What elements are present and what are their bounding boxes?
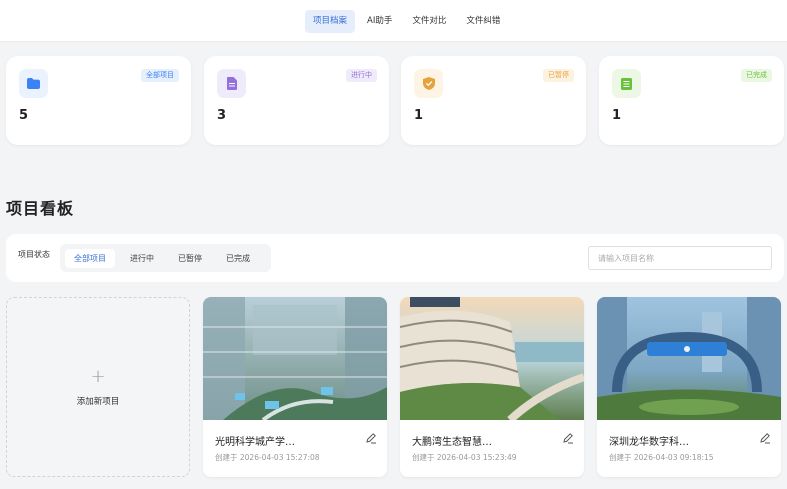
project-created-date: 创建于 2026-04-03 09:18:15 — [609, 453, 714, 462]
project-thumbnail — [597, 297, 781, 420]
add-project-card[interactable]: + 添加新项目 — [6, 297, 190, 477]
stat-card-all[interactable]: 全部项目 5 — [6, 56, 191, 145]
document-icon — [217, 69, 246, 98]
project-card[interactable]: 光明科学城产学… 创建于 2026-04-03 15:27:08 — [203, 297, 387, 477]
status-filter-group: 全部项目 进行中 已暂停 已完成 — [60, 244, 271, 272]
tab-file-correction[interactable]: 文件纠错 — [458, 10, 508, 33]
stat-card-in-progress[interactable]: 进行中 3 — [204, 56, 389, 145]
filter-all[interactable]: 全部项目 — [65, 248, 115, 268]
folder-icon — [19, 69, 48, 98]
tab-ai-assistant[interactable]: AI助手 — [359, 10, 400, 33]
status-badge: 全部项目 — [141, 69, 179, 82]
shield-icon — [414, 69, 443, 98]
project-card[interactable]: 深圳龙华数字科… 创建于 2026-04-03 09:18:15 — [597, 297, 781, 477]
stat-card-paused[interactable]: 已暂停 1 — [401, 56, 586, 145]
page-title: 项目看板 — [6, 199, 75, 218]
filter-bar: 项目状态 全部项目 进行中 已暂停 已完成 — [6, 234, 784, 282]
filter-in-progress[interactable]: 进行中 — [121, 249, 163, 268]
filter-paused[interactable]: 已暂停 — [169, 249, 211, 268]
filter-completed[interactable]: 已完成 — [217, 249, 259, 268]
stat-card-completed[interactable]: 已完成 1 — [599, 56, 784, 145]
stat-value: 3 — [217, 108, 227, 123]
edit-icon[interactable] — [365, 432, 377, 444]
plus-icon: + — [90, 365, 106, 387]
nav-tabs: 项目档案 AI助手 文件对比 文件纠错 — [305, 10, 508, 33]
edit-icon[interactable] — [562, 432, 574, 444]
edit-icon[interactable] — [759, 432, 771, 444]
project-name: 大鹏湾生态智慧… — [412, 437, 492, 448]
project-thumbnail — [400, 297, 584, 420]
top-bar: 项目档案 AI助手 文件对比 文件纠错 — [0, 0, 787, 42]
project-created-date: 创建于 2026-04-03 15:27:08 — [215, 453, 320, 462]
project-name: 深圳龙华数字科… — [609, 437, 689, 448]
tab-file-compare[interactable]: 文件对比 — [404, 10, 454, 33]
project-card[interactable]: 大鹏湾生态智慧… 创建于 2026-04-03 15:23:49 — [400, 297, 584, 477]
add-project-label: 添加新项目 — [76, 396, 120, 407]
project-search-input[interactable] — [588, 246, 772, 270]
stat-value: 1 — [414, 108, 424, 123]
tab-project-archive[interactable]: 项目档案 — [305, 10, 356, 33]
status-badge: 已暂停 — [543, 69, 574, 82]
status-badge: 进行中 — [346, 69, 377, 82]
status-filter-label: 项目状态 — [18, 250, 50, 259]
project-thumbnail — [203, 297, 387, 420]
stat-value: 5 — [19, 108, 29, 123]
stat-value: 1 — [612, 108, 622, 123]
list-icon — [612, 69, 641, 98]
project-name: 光明科学城产学… — [215, 437, 295, 448]
status-badge: 已完成 — [741, 69, 772, 82]
project-created-date: 创建于 2026-04-03 15:23:49 — [412, 453, 517, 462]
